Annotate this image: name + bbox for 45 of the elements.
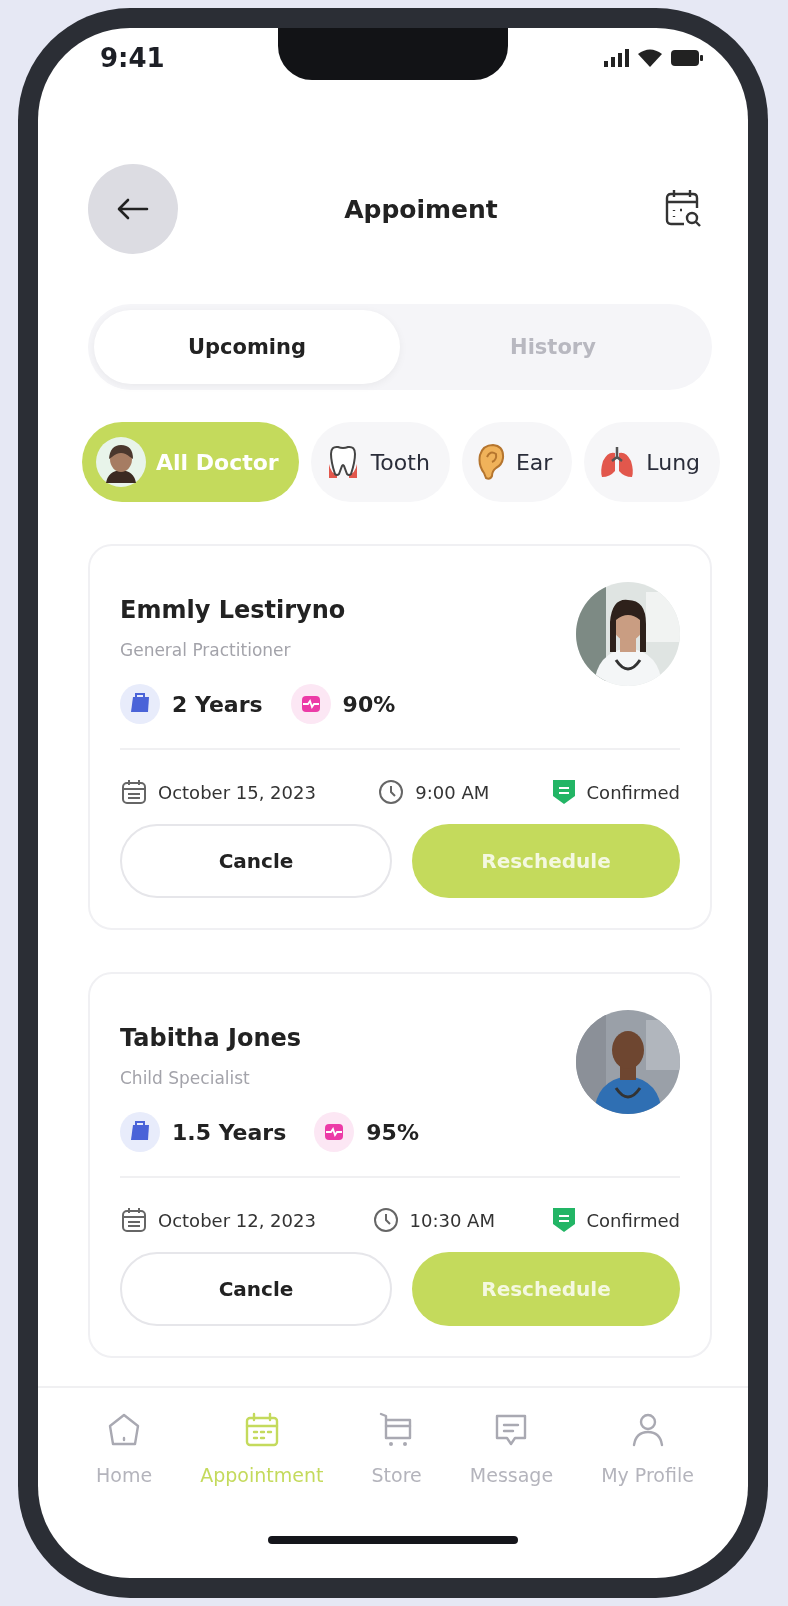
shield-icon: [550, 1206, 577, 1234]
calendar-icon: [120, 1206, 148, 1234]
briefcase-icon: [120, 1112, 160, 1152]
nav-item[interactable]: Store: [371, 1410, 422, 1536]
appointment-status: Confirmed: [586, 781, 680, 803]
doctor-name: Tabitha Jones: [120, 1024, 303, 1052]
appointment-time: 10:30 AM: [409, 1209, 495, 1231]
heart-rate-icon: [290, 684, 331, 724]
cancel-button[interactable]: Cancle: [120, 824, 392, 898]
page-title: Appoiment: [344, 194, 498, 224]
appointment-date: October 12, 2023: [158, 1209, 316, 1231]
rating-text: 95%: [366, 1119, 419, 1145]
tab[interactable]: History: [400, 310, 706, 384]
battery-icon: [670, 49, 704, 67]
doctor-specialty: General Practitioner: [120, 640, 292, 660]
doctor-specialty: Child Specialist: [120, 1068, 251, 1088]
filter-chip[interactable]: All Doctor: [82, 422, 299, 502]
rating-text: 90%: [342, 691, 396, 717]
nav-item[interactable]: Home: [96, 1410, 153, 1536]
reschedule-button[interactable]: Reschedule: [412, 1252, 680, 1326]
nav-item[interactable]: Message: [469, 1410, 554, 1536]
wifi-icon: [638, 49, 662, 67]
tab[interactable]: Upcoming: [94, 310, 400, 384]
nav-item[interactable]: My Profile: [601, 1410, 694, 1536]
appointment-time: 9:00 AM: [415, 781, 490, 803]
filter-chip[interactable]: Tooth: [310, 422, 450, 502]
filter-chip[interactable]: Ear: [461, 422, 573, 502]
nav-item[interactable]: Appointment: [200, 1410, 324, 1536]
doctor-name: Emmly Lestiryno: [120, 596, 347, 624]
calendar-icon: [120, 778, 148, 806]
back-arrow-icon: [117, 198, 149, 220]
appointment-status: Confirmed: [586, 1209, 680, 1231]
appointment-date: October 15, 2023: [158, 781, 316, 803]
reschedule-button[interactable]: Reschedule: [412, 824, 680, 898]
clock-icon: [377, 778, 406, 806]
status-time: 9:41: [100, 43, 165, 73]
clock-icon: [371, 1206, 400, 1234]
experience-text: 1.5 Years: [172, 1119, 287, 1145]
signal-icon: [604, 49, 630, 67]
briefcase-icon: [120, 684, 160, 724]
filter-chip[interactable]: Lung: [584, 422, 721, 502]
heart-rate-icon: [314, 1112, 355, 1152]
experience-text: 2 Years: [172, 691, 263, 717]
shield-icon: [550, 778, 577, 806]
cancel-button[interactable]: Cancle: [120, 1252, 392, 1326]
